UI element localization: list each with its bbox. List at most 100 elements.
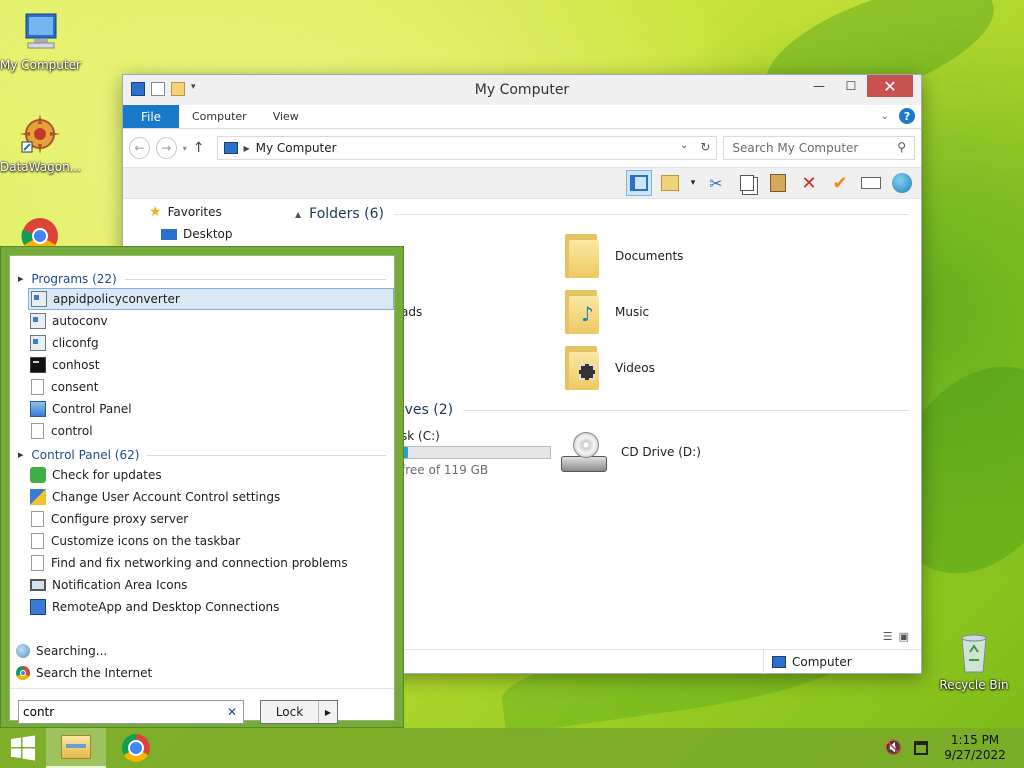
tab-computer[interactable]: Computer	[179, 105, 260, 128]
start-menu-result[interactable]: consent	[28, 376, 394, 398]
start-menu-result[interactable]: Find and fix networking and connection p…	[28, 552, 394, 574]
start-menu-result[interactable]: Configure proxy server	[28, 508, 394, 530]
maximize-button[interactable]: ☐	[835, 75, 867, 97]
clear-search-icon[interactable]: ✕	[227, 705, 237, 719]
recent-locations-icon[interactable]: ▾	[183, 144, 187, 153]
volume-muted-icon[interactable]: 🔇	[885, 740, 902, 756]
breadcrumb[interactable]: My Computer	[256, 141, 337, 155]
network-status-icon[interactable]	[914, 741, 928, 755]
close-button[interactable]: ✕	[867, 75, 913, 97]
details-view-icon[interactable]: ☰	[883, 630, 893, 643]
start-menu-result[interactable]: conhost	[28, 354, 394, 376]
expand-icon[interactable]: ▶	[18, 451, 23, 459]
desktop-icon-recycle-bin[interactable]: Recycle Bin	[934, 630, 1014, 692]
paste-icon[interactable]	[765, 170, 791, 196]
back-button[interactable]: ←	[129, 137, 150, 159]
window-controls: — ☐ ✕	[803, 75, 913, 97]
lock-options-arrow-icon[interactable]: ▶	[319, 708, 337, 717]
result-label: RemoteApp and Desktop Connections	[52, 600, 280, 614]
nav-label: Desktop	[183, 227, 233, 241]
breadcrumb-separator-icon[interactable]: ▶	[244, 144, 250, 153]
lock-label: Lock	[261, 701, 319, 723]
windows-update-icon	[30, 467, 46, 483]
start-menu-result[interactable]: Change User Account Control settings	[28, 486, 394, 508]
uac-flag-icon	[30, 489, 46, 505]
desktop-icon-my-computer[interactable]: My Computer	[0, 10, 81, 72]
result-label: Notification Area Icons	[52, 578, 188, 592]
page-icon	[31, 555, 44, 571]
start-menu-results: ▶ Programs (22) appidpolicyconverter auto…	[9, 255, 395, 724]
large-icons-view-icon[interactable]: ▣	[899, 630, 909, 643]
search-the-internet[interactable]: Search the Internet	[16, 662, 152, 684]
drive-c-label: sk (C:)	[401, 429, 440, 443]
address-bar[interactable]: ▶ My Computer ⌄ ↻	[216, 136, 718, 160]
lock-button[interactable]: Lock ▶	[260, 700, 338, 724]
title-bar[interactable]: ▾ My Computer — ☐ ✕	[123, 75, 921, 105]
page-icon	[31, 533, 44, 549]
help-icon[interactable]: ?	[899, 108, 915, 124]
control-panel-section-header[interactable]: ▶ Control Panel (62)	[18, 446, 386, 464]
folder-options-icon[interactable]	[657, 170, 683, 196]
cd-drive-icon	[561, 430, 607, 474]
folder-music[interactable]: ♪ Music	[565, 287, 649, 337]
drive-d[interactable]: CD Drive (D:)	[561, 427, 701, 477]
folder-documents[interactable]: Documents	[565, 231, 683, 281]
searching-icon	[16, 644, 30, 658]
start-menu-result[interactable]: Notification Area Icons	[28, 574, 394, 596]
nav-desktop[interactable]: Desktop	[123, 223, 283, 245]
collapse-icon[interactable]: ▲	[295, 210, 301, 219]
nav-favorites[interactable]: ★ Favorites	[123, 201, 283, 223]
desktop-icon	[161, 228, 177, 240]
checkmark-icon[interactable]: ✔	[827, 170, 853, 196]
clock[interactable]: 1:15 PM 9/27/2022	[940, 733, 1010, 763]
programs-section-header[interactable]: ▶ Programs (22)	[18, 270, 386, 288]
start-menu-result[interactable]: appidpolicyconverter	[28, 288, 394, 310]
tab-view[interactable]: View	[260, 105, 312, 128]
start-menu-result[interactable]: RemoteApp and Desktop Connections	[28, 596, 394, 618]
start-button[interactable]	[0, 728, 46, 768]
start-menu-result[interactable]: Customize icons on the taskbar	[28, 530, 394, 552]
cut-icon[interactable]: ✂	[703, 170, 729, 196]
taskbar-file-explorer[interactable]	[46, 728, 106, 768]
start-menu-result[interactable]: autoconv	[28, 310, 394, 332]
folder-downloads[interactable]: ads	[401, 287, 422, 337]
forward-button[interactable]: →	[155, 137, 177, 159]
refresh-icon[interactable]: ↻	[700, 140, 710, 154]
desktop-icon-datawagon[interactable]: DataWagon...	[0, 112, 81, 174]
delete-icon[interactable]: ✕	[796, 170, 822, 196]
result-label: cliconfg	[52, 336, 99, 350]
folders-group-header[interactable]: ▲ Folders (6)	[295, 201, 909, 227]
desktop-icon-label: Recycle Bin	[939, 678, 1009, 692]
rename-icon[interactable]	[858, 170, 884, 196]
expand-ribbon-icon[interactable]: ⌄	[881, 111, 889, 122]
search-icon[interactable]: ⚲	[897, 140, 906, 154]
minimize-button[interactable]: —	[803, 75, 835, 97]
start-search-input[interactable]	[23, 705, 223, 719]
page-icon	[31, 423, 44, 439]
drives-group-header[interactable]: rives (2)	[395, 397, 909, 423]
preview-pane-icon[interactable]	[626, 170, 652, 196]
datawagon-icon	[18, 112, 62, 156]
start-menu-result[interactable]: Check for updates	[28, 464, 394, 486]
application-icon	[30, 335, 46, 351]
tab-file[interactable]: File	[123, 105, 179, 128]
star-icon: ★	[149, 204, 162, 220]
drive-c[interactable]: sk (C:) free of 119 GB	[401, 429, 551, 477]
remote-desktop-icon	[30, 599, 46, 615]
ribbon-tabs: File Computer View ⌄ ?	[123, 105, 921, 129]
network-icon[interactable]	[889, 170, 915, 196]
result-label: Change User Account Control settings	[52, 490, 281, 504]
address-dropdown-icon[interactable]: ⌄	[680, 140, 688, 151]
start-menu-result[interactable]: Control Panel	[28, 398, 394, 420]
copy-icon[interactable]	[734, 170, 760, 196]
start-search-box[interactable]: ✕	[18, 700, 244, 724]
start-menu-result[interactable]: control	[28, 420, 394, 442]
search-box[interactable]: Search My Computer ⚲	[723, 136, 916, 160]
expand-icon[interactable]: ▶	[18, 275, 23, 283]
folder-videos[interactable]: Videos	[565, 343, 655, 393]
command-toolbar: ▾ ✂ ✕ ✔	[123, 167, 921, 199]
start-menu-result[interactable]: cliconfg	[28, 332, 394, 354]
dropdown-icon[interactable]: ▾	[688, 170, 698, 196]
taskbar-chrome[interactable]	[106, 728, 166, 768]
up-button[interactable]: ↑	[193, 140, 205, 156]
